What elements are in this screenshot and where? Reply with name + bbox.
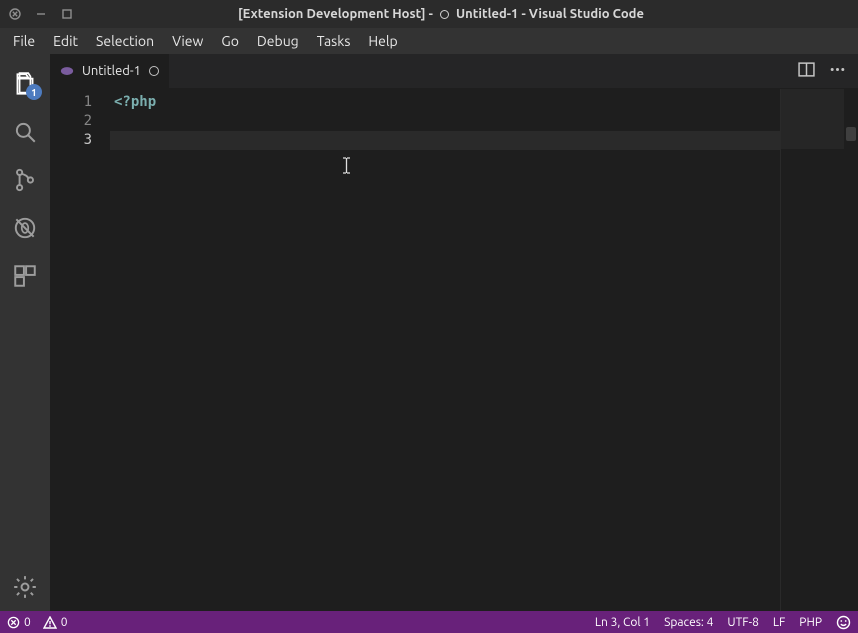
tab-label: Untitled-1	[82, 64, 141, 78]
activity-bar: 1	[0, 54, 50, 611]
status-language-mode[interactable]: PHP	[792, 611, 829, 633]
status-indentation[interactable]: Spaces: 4	[657, 611, 720, 633]
scrollbar-thumb[interactable]	[846, 127, 856, 141]
code-token-php-open: <?php	[114, 94, 156, 110]
window-title: [Extension Development Host] - Untitled-…	[84, 7, 798, 21]
more-actions-icon[interactable]	[829, 61, 846, 81]
tab-dirty-close-icon[interactable]	[149, 66, 159, 76]
editor-scrollbar[interactable]	[844, 89, 858, 611]
error-icon	[7, 616, 20, 629]
line-number-gutter: 1 2 3	[50, 89, 110, 611]
window-close-icon[interactable]	[6, 5, 24, 23]
status-encoding[interactable]: UTF-8	[720, 611, 765, 633]
status-feedback[interactable]	[829, 611, 858, 633]
activity-extensions[interactable]	[0, 252, 50, 300]
dirty-indicator-icon	[440, 10, 449, 19]
menu-file[interactable]: File	[4, 28, 44, 54]
line-number: 3	[50, 131, 92, 150]
warning-icon	[43, 616, 57, 629]
menu-edit[interactable]: Edit	[44, 28, 87, 54]
menu-selection[interactable]: Selection	[87, 28, 163, 54]
editor-group: Untitled-1 1 2 3 <?php	[50, 54, 858, 611]
explorer-badge: 1	[26, 84, 42, 100]
smiley-icon	[836, 615, 851, 630]
tab-untitled-1[interactable]: Untitled-1	[50, 54, 170, 88]
menu-tasks[interactable]: Tasks	[308, 28, 360, 54]
menubar: File Edit Selection View Go Debug Tasks …	[0, 28, 858, 54]
window-titlebar: [Extension Development Host] - Untitled-…	[0, 0, 858, 28]
status-problems[interactable]: 0 0	[0, 611, 75, 633]
text-cursor-icon	[342, 157, 343, 174]
menu-debug[interactable]: Debug	[248, 28, 308, 54]
menu-view[interactable]: View	[163, 28, 212, 54]
activity-debug[interactable]	[0, 204, 50, 252]
editor[interactable]: 1 2 3 <?php	[50, 89, 858, 611]
status-warnings-count: 0	[61, 616, 68, 629]
status-eol[interactable]: LF	[766, 611, 792, 633]
window-title-suffix: - Visual Studio Code	[521, 7, 643, 21]
minimap[interactable]	[780, 89, 844, 611]
code-area[interactable]: <?php	[110, 89, 780, 611]
line-number: 1	[50, 93, 92, 112]
window-title-prefix: [Extension Development Host] -	[238, 7, 436, 21]
split-editor-icon[interactable]	[798, 61, 815, 81]
window-minimize-icon[interactable]	[32, 5, 50, 23]
activity-settings[interactable]	[0, 563, 50, 611]
line-number: 2	[50, 112, 92, 131]
menu-help[interactable]: Help	[359, 28, 406, 54]
menu-go[interactable]: Go	[212, 28, 247, 54]
status-cursor-position[interactable]: Ln 3, Col 1	[588, 611, 657, 633]
status-errors-count: 0	[24, 616, 31, 629]
activity-search[interactable]	[0, 108, 50, 156]
php-file-icon	[60, 64, 74, 78]
tab-bar: Untitled-1	[50, 54, 858, 89]
activity-explorer[interactable]: 1	[0, 60, 50, 108]
activity-scm[interactable]	[0, 156, 50, 204]
window-title-file: Untitled-1	[456, 7, 518, 21]
window-maximize-icon[interactable]	[58, 5, 76, 23]
status-bar: 0 0 Ln 3, Col 1 Spaces: 4 UTF-8 LF PHP	[0, 611, 858, 633]
